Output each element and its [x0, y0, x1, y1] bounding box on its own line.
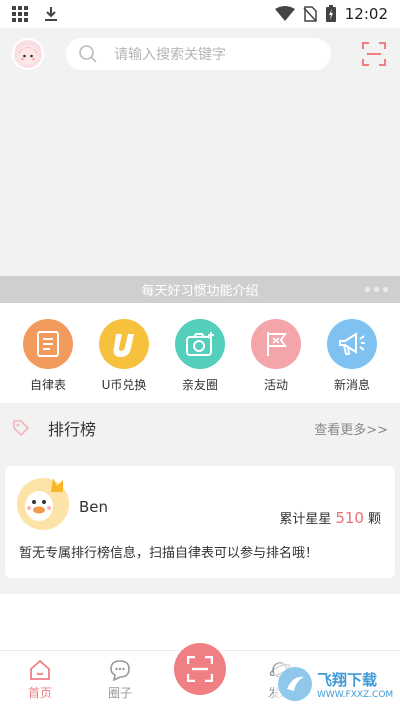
feature-label: 自律表: [29, 378, 66, 392]
chat-bubble-icon: [110, 660, 130, 681]
content-footer-space: [0, 594, 400, 650]
watermark: 飞翔下载 WWW.FXXZ.COM: [274, 663, 396, 705]
ranking-note: 暂无专属排行榜信息，扫描自律表可以参与排名哦！: [19, 546, 319, 561]
battery-icon: [325, 5, 336, 22]
feature-new-messages[interactable]: 新消息: [317, 319, 387, 403]
u-coin-icon: [99, 319, 149, 369]
feature-label: U币兑换: [101, 378, 147, 392]
ranking-header: 排行榜 查看更多>>: [0, 408, 400, 448]
feature-friends-circle[interactable]: 亲友圈: [165, 319, 235, 403]
search-input[interactable]: 请输入搜索关键字: [66, 38, 331, 70]
megaphone-icon: [327, 319, 377, 369]
search-icon: [79, 45, 97, 63]
carousel-dot[interactable]: [374, 287, 379, 292]
watermark-url: WWW.FXXZ.COM: [317, 689, 394, 700]
ranking-card[interactable]: Ben 累计星星 510 颗 暂无专属排行榜信息，扫描自律表可以参与排名哦！: [5, 466, 395, 578]
status-bar: 12:02: [0, 0, 400, 28]
feature-ucoin-exchange[interactable]: U币兑换: [89, 319, 159, 403]
top-header: 请输入搜索关键字: [0, 28, 400, 80]
nav-label: 首页: [27, 686, 52, 700]
duck-avatar-icon: [19, 478, 63, 526]
download-icon: [45, 7, 57, 21]
user-avatar: [17, 478, 69, 530]
stars-prefix: 累计星星: [279, 512, 332, 527]
stars-value: 510: [335, 509, 364, 527]
nav-circle[interactable]: 圈子: [90, 659, 150, 701]
total-stars: 累计星星 510 颗: [279, 508, 381, 527]
nav-label: 圈子: [107, 686, 132, 700]
scan-icon: [362, 42, 386, 66]
status-time: 12:02: [344, 5, 388, 23]
flag-icon: [251, 319, 301, 369]
scan-icon: [187, 656, 213, 682]
carousel-dot[interactable]: [365, 287, 370, 292]
banner-caption: 每天好习惯功能介绍: [141, 284, 259, 299]
watermark-text: 飞翔下载: [317, 670, 378, 689]
tag-icon: [13, 420, 30, 437]
camera-icon: [175, 319, 225, 369]
wifi-icon: [274, 6, 295, 21]
stars-unit: 颗: [367, 512, 381, 527]
user-name: Ben: [79, 498, 109, 516]
scan-button[interactable]: [360, 40, 388, 68]
banner-carousel[interactable]: [0, 80, 400, 276]
feature-grid: 自律表 U币兑换 亲友圈 活动 新消息: [0, 303, 400, 403]
view-more-link[interactable]: 查看更多>>: [314, 419, 388, 438]
avatar[interactable]: [12, 38, 44, 70]
apps-grid-icon: [12, 6, 28, 22]
feature-label: 亲友圈: [181, 378, 218, 392]
banner-caption-bar: 每天好习惯功能介绍: [0, 276, 400, 303]
nav-home[interactable]: 首页: [10, 659, 70, 701]
ranking-title: 排行榜: [48, 420, 97, 439]
document-icon: [23, 319, 73, 369]
scan-fab-button[interactable]: [174, 643, 226, 695]
feature-activity[interactable]: 活动: [241, 319, 311, 403]
carousel-dots: [365, 287, 388, 292]
bottom-nav: 首页 圈子 发现 飞翔下载 WWW.FXXZ.COM: [0, 643, 400, 710]
no-sim-icon: [303, 6, 317, 22]
girl-avatar-icon: [18, 45, 38, 65]
feature-label: 活动: [263, 378, 288, 392]
search-placeholder: 请输入搜索关键字: [114, 47, 226, 63]
feature-label: 新消息: [333, 378, 370, 392]
feature-discipline-table[interactable]: 自律表: [13, 319, 83, 403]
home-icon: [30, 659, 50, 680]
watermark-logo-icon: [278, 667, 312, 701]
carousel-dot[interactable]: [383, 287, 388, 292]
